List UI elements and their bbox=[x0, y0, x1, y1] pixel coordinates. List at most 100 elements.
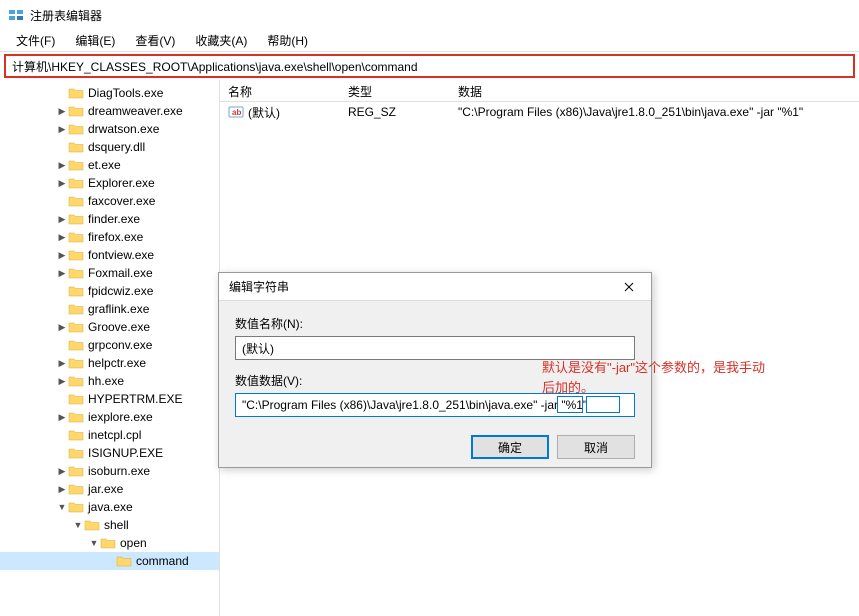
folder-icon bbox=[68, 122, 84, 136]
window-title: 注册表编辑器 bbox=[30, 7, 102, 24]
tree-item[interactable]: ▶ DiagTools.exe bbox=[0, 84, 219, 102]
address-bar[interactable]: 计算机\HKEY_CLASSES_ROOT\Applications\java.… bbox=[4, 54, 855, 78]
tree-item-label: faxcover.exe bbox=[88, 194, 155, 208]
tree-item[interactable]: ▶ dsquery.dll bbox=[0, 138, 219, 156]
tree-item[interactable]: ▶et.exe bbox=[0, 156, 219, 174]
tree-expand-icon[interactable]: ▶ bbox=[56, 340, 68, 351]
tree-expand-icon[interactable]: ▶ bbox=[56, 142, 68, 153]
tree-item-label: finder.exe bbox=[88, 212, 140, 226]
tree-expand-icon[interactable]: ▼ bbox=[88, 538, 100, 548]
tree-item[interactable]: ▶drwatson.exe bbox=[0, 120, 219, 138]
column-type[interactable]: 类型 bbox=[340, 80, 450, 101]
tree-expand-icon[interactable]: ▶ bbox=[56, 484, 68, 495]
tree-item-label: Explorer.exe bbox=[88, 176, 155, 190]
tree-item-label: Groove.exe bbox=[88, 320, 150, 334]
tree-expand-icon[interactable]: ▶ bbox=[56, 394, 68, 405]
tree-item[interactable]: ▶graflink.exe bbox=[0, 300, 219, 318]
tree-expand-icon[interactable]: ▶ bbox=[56, 214, 68, 225]
tree-item[interactable]: ▶isoburn.exe bbox=[0, 462, 219, 480]
menu-file[interactable]: 文件(F) bbox=[8, 30, 63, 51]
tree-item[interactable]: ▼java.exe bbox=[0, 498, 219, 516]
folder-icon bbox=[68, 86, 84, 100]
folder-icon bbox=[68, 266, 84, 280]
tree-item[interactable]: ▶ ISIGNUP.EXE bbox=[0, 444, 219, 462]
tree-item-label: inetcpl.cpl bbox=[88, 428, 141, 442]
tree-expand-icon[interactable]: ▶ bbox=[56, 232, 68, 243]
value-name-input[interactable] bbox=[235, 336, 635, 360]
menu-edit[interactable]: 编辑(E) bbox=[67, 30, 123, 51]
tree-expand-icon[interactable]: ▶ bbox=[56, 124, 68, 135]
tree-item[interactable]: ▶ inetcpl.cpl bbox=[0, 426, 219, 444]
column-name[interactable]: 名称 bbox=[220, 80, 340, 101]
tree-item[interactable]: ▶grpconv.exe bbox=[0, 336, 219, 354]
tree-expand-icon[interactable]: ▼ bbox=[72, 520, 84, 530]
tree-item[interactable]: ▶HYPERTRM.EXE bbox=[0, 390, 219, 408]
tree-item[interactable]: ▶ firefox.exe bbox=[0, 228, 219, 246]
tree-expand-icon[interactable]: ▶ bbox=[56, 430, 68, 441]
folder-icon bbox=[68, 500, 84, 514]
tree-item[interactable]: ▶command bbox=[0, 552, 219, 570]
tree-expand-icon[interactable]: ▶ bbox=[56, 412, 68, 423]
dialog-close-button[interactable] bbox=[613, 277, 645, 297]
tree-item[interactable]: ▶Foxmail.exe bbox=[0, 264, 219, 282]
tree-item-label: dsquery.dll bbox=[88, 140, 145, 154]
folder-icon bbox=[68, 176, 84, 190]
tree-item[interactable]: ▶ faxcover.exe bbox=[0, 192, 219, 210]
tree-item[interactable]: ▶ dreamweaver.exe bbox=[0, 102, 219, 120]
folder-icon bbox=[68, 356, 84, 370]
tree-item[interactable]: ▶ iexplore.exe bbox=[0, 408, 219, 426]
tree-expand-icon[interactable]: ▶ bbox=[56, 286, 68, 297]
tree-item[interactable]: ▼shell bbox=[0, 516, 219, 534]
tree-expand-icon[interactable]: ▶ bbox=[56, 448, 68, 459]
tree-item[interactable]: ▶ helpctr.exe bbox=[0, 354, 219, 372]
tree-expand-icon[interactable]: ▶ bbox=[56, 322, 68, 333]
tree-expand-icon[interactable]: ▶ bbox=[56, 178, 68, 189]
tree-expand-icon[interactable]: ▶ bbox=[104, 556, 116, 567]
tree-item-label: dreamweaver.exe bbox=[88, 104, 183, 118]
tree-expand-icon[interactable]: ▼ bbox=[56, 502, 68, 512]
tree-expand-icon[interactable]: ▶ bbox=[56, 268, 68, 279]
list-row[interactable]: ab (默认) REG_SZ "C:\Program Files (x86)\J… bbox=[220, 102, 859, 122]
value-data: "C:\Program Files (x86)\Java\jre1.8.0_25… bbox=[450, 105, 859, 119]
tree-item[interactable]: ▶ Explorer.exe bbox=[0, 174, 219, 192]
tree-item-label: DiagTools.exe bbox=[88, 86, 163, 100]
tree-item[interactable]: ▶hh.exe bbox=[0, 372, 219, 390]
value-name-label: 数值名称(N): bbox=[235, 315, 635, 332]
tree-panel[interactable]: ▶ DiagTools.exe ▶ dreamweaver.exe ▶drwatson.… bbox=[0, 80, 220, 616]
tree-item-label: ISIGNUP.EXE bbox=[88, 446, 163, 460]
tree-item-label: iexplore.exe bbox=[88, 410, 153, 424]
dialog-titlebar[interactable]: 编辑字符串 bbox=[219, 273, 651, 301]
folder-icon bbox=[68, 320, 84, 334]
tree-item[interactable]: ▶fontview.exe bbox=[0, 246, 219, 264]
tree-item-label: firefox.exe bbox=[88, 230, 143, 244]
annotation-text: 默认是没有"-jar"这个参数的，是我手动 后加的。 bbox=[542, 358, 765, 397]
string-value-icon: ab bbox=[228, 104, 244, 120]
tree-item[interactable]: ▶jar.exe bbox=[0, 480, 219, 498]
close-icon bbox=[624, 282, 634, 292]
tree-item[interactable]: ▶ Groove.exe bbox=[0, 318, 219, 336]
folder-icon bbox=[84, 518, 100, 532]
tree-item-label: helpctr.exe bbox=[88, 356, 146, 370]
tree-item[interactable]: ▶ finder.exe bbox=[0, 210, 219, 228]
tree-item[interactable]: ▼open bbox=[0, 534, 219, 552]
menu-view[interactable]: 查看(V) bbox=[127, 30, 183, 51]
tree-expand-icon[interactable]: ▶ bbox=[56, 466, 68, 477]
folder-icon bbox=[68, 230, 84, 244]
cancel-button[interactable]: 取消 bbox=[557, 435, 635, 459]
tree-expand-icon[interactable]: ▶ bbox=[56, 106, 68, 117]
tree-expand-icon[interactable]: ▶ bbox=[56, 358, 68, 369]
column-data[interactable]: 数据 bbox=[450, 80, 859, 101]
folder-icon bbox=[68, 284, 84, 298]
tree-expand-icon[interactable]: ▶ bbox=[56, 88, 68, 99]
tree-expand-icon[interactable]: ▶ bbox=[56, 304, 68, 315]
menu-favorites[interactable]: 收藏夹(A) bbox=[187, 30, 255, 51]
tree-item[interactable]: ▶ fpidcwiz.exe bbox=[0, 282, 219, 300]
ok-button[interactable]: 确定 bbox=[471, 435, 549, 459]
tree-expand-icon[interactable]: ▶ bbox=[56, 160, 68, 171]
tree-expand-icon[interactable]: ▶ bbox=[56, 250, 68, 261]
value-name: (默认) bbox=[248, 104, 280, 121]
tree-expand-icon[interactable]: ▶ bbox=[56, 196, 68, 207]
menu-help[interactable]: 帮助(H) bbox=[259, 30, 316, 51]
tree-item-label: fpidcwiz.exe bbox=[88, 284, 153, 298]
tree-expand-icon[interactable]: ▶ bbox=[56, 376, 68, 387]
